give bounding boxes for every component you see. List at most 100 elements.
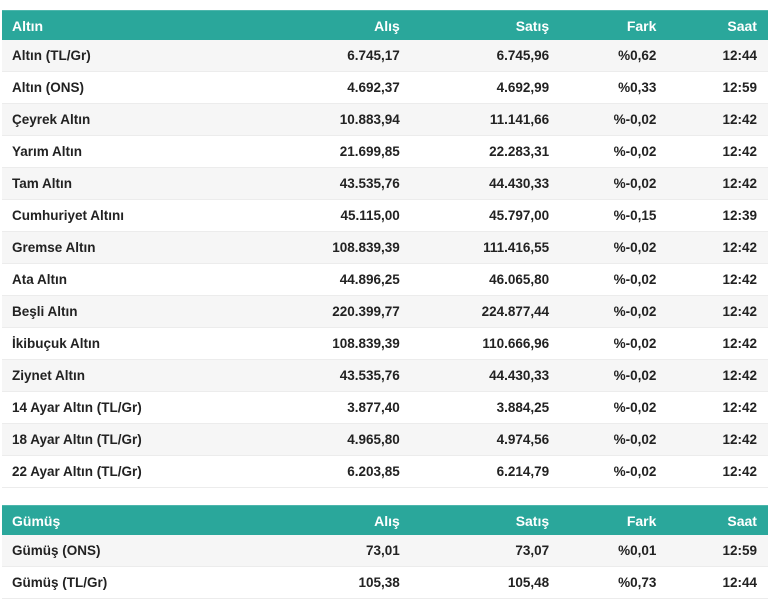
cell-buy-price: 21.699,85 (339, 144, 400, 159)
column-header-asset: Gümüş (12, 512, 61, 529)
table-row[interactable]: 14 Ayar Altın (TL/Gr) 3.877,40 3.884,25 %-0… (2, 392, 768, 424)
cell-update-time: 12:59 (722, 80, 757, 95)
cell-buy-price: 3.877,40 (347, 400, 400, 415)
table-row[interactable]: Çeyrek Altın 10.883,94 11.141,66 %-0,02 12:4… (2, 104, 768, 136)
column-header-change: Fark (626, 17, 657, 34)
column-header-sell: Satış (515, 512, 550, 529)
cell-change-percent: %-0,02 (613, 400, 657, 415)
cell-asset-name: Beşli Altın (12, 304, 78, 319)
column-header-buy: Alış (374, 512, 400, 529)
table-row[interactable]: Gümüş (ONS) 73,01 73,07 %0,01 12:59 (2, 535, 768, 567)
cell-asset-name: 18 Ayar Altın (TL/Gr) (12, 432, 142, 447)
cell-change-percent: %-0,02 (613, 368, 657, 383)
cell-buy-price: 6.745,17 (347, 48, 400, 63)
cell-sell-price: 3.884,25 (496, 400, 550, 415)
cell-buy-price: 43.535,76 (339, 176, 400, 191)
cell-buy-price: 4.692,37 (347, 80, 400, 95)
cell-update-time: 12:42 (722, 432, 757, 447)
table-row[interactable]: 18 Ayar Altın (TL/Gr) 4.965,80 4.974,56 %-0… (2, 424, 768, 456)
table-row[interactable]: 22 Ayar Altın (TL/Gr) 6.203,85 6.214,79 %-0… (2, 456, 768, 488)
table-row[interactable]: Altın (TL/Gr) 6.745,17 6.745,96 %0,62 12:44 (2, 40, 768, 72)
cell-change-percent: %-0,02 (613, 176, 657, 191)
cell-sell-price: 44.430,33 (489, 368, 550, 383)
column-header-buy: Alış (374, 17, 400, 34)
table-row[interactable]: Ziynet Altın 43.535,76 44.430,33 %-0,02 12:4… (2, 360, 768, 392)
cell-update-time: 12:42 (722, 368, 757, 383)
cell-buy-price: 45.115,00 (340, 208, 400, 223)
cell-asset-name: Ata Altın (12, 272, 67, 287)
cell-change-percent: %-0,02 (613, 272, 657, 287)
prices-page: Altın Alış Satış Fark Saat Altın (TL/Gr)… (0, 0, 770, 599)
cell-sell-price: 45.797,00 (489, 208, 550, 223)
cell-buy-price: 105,38 (358, 575, 400, 590)
cell-buy-price: 73,01 (366, 543, 400, 558)
column-header-sell: Satış (515, 17, 550, 34)
column-header-change: Fark (626, 512, 657, 529)
cell-update-time: 12:44 (722, 48, 757, 63)
cell-asset-name: Gümüş (TL/Gr) (12, 575, 108, 590)
cell-sell-price: 110.666,96 (482, 336, 550, 351)
cell-sell-price: 105,48 (507, 575, 550, 590)
cell-sell-price: 73,07 (515, 543, 550, 558)
cell-update-time: 12:42 (722, 112, 757, 127)
cell-asset-name: Çeyrek Altın (12, 112, 91, 127)
cell-sell-price: 6.214,79 (496, 464, 550, 479)
cell-change-percent: %-0,02 (613, 112, 657, 127)
cell-sell-price: 46.065,80 (489, 272, 550, 287)
cell-asset-name: Yarım Altın (12, 144, 83, 159)
gold-price-table: Altın Alış Satış Fark Saat Altın (TL/Gr)… (2, 10, 768, 488)
table-row[interactable]: Altın (ONS) 4.692,37 4.692,99 %0,33 12:59 (2, 72, 768, 104)
cell-buy-price: 43.535,76 (339, 368, 400, 383)
cell-update-time: 12:42 (722, 240, 757, 255)
table-row[interactable]: Gümüş (TL/Gr) 105,38 105,48 %0,73 12:44 (2, 567, 768, 599)
cell-buy-price: 108.839,39 (332, 240, 400, 255)
cell-sell-price: 224.877,44 (481, 304, 550, 319)
table-row[interactable]: Gremse Altın 108.839,39 111.416,55 %-0,02 12… (2, 232, 768, 264)
cell-update-time: 12:42 (722, 464, 757, 479)
cell-asset-name: Ziynet Altın (12, 368, 85, 383)
cell-change-percent: %0,33 (618, 80, 657, 95)
cell-update-time: 12:42 (722, 336, 757, 351)
cell-change-percent: %-0,02 (613, 464, 657, 479)
cell-update-time: 12:42 (722, 176, 757, 191)
cell-asset-name: İkibuçuk Altın (12, 336, 101, 351)
cell-change-percent: %-0,02 (613, 240, 657, 255)
cell-asset-name: Gümüş (ONS) (12, 543, 101, 558)
silver-price-table: Gümüş Alış Satış Fark Saat Gümüş (ONS) 73… (2, 505, 768, 599)
cell-sell-price: 4.974,56 (496, 432, 550, 447)
cell-buy-price: 44.896,25 (339, 272, 400, 287)
cell-asset-name: Gremse Altın (12, 240, 96, 255)
cell-buy-price: 10.883,94 (339, 112, 400, 127)
table-row[interactable]: Yarım Altın 21.699,85 22.283,31 %-0,02 12:42 (2, 136, 768, 168)
cell-asset-name: Altın (TL/Gr) (12, 48, 91, 63)
cell-buy-price: 4.965,80 (347, 432, 400, 447)
column-header-time: Saat (727, 17, 757, 34)
silver-table-header: Gümüş Alış Satış Fark Saat (2, 505, 768, 535)
cell-change-percent: %0,73 (618, 575, 657, 590)
table-row[interactable]: Beşli Altın 220.399,77 224.877,44 %-0,02 12:… (2, 296, 768, 328)
table-row[interactable]: İkibuçuk Altın 108.839,39 110.666,96 %-0,02… (2, 328, 768, 360)
table-row[interactable]: Cumhuriyet Altını 45.115,00 45.797,00 %-0,1… (2, 200, 768, 232)
cell-update-time: 12:42 (722, 272, 757, 287)
column-header-asset: Altın (12, 17, 44, 34)
cell-sell-price: 44.430,33 (489, 176, 550, 191)
cell-change-percent: %-0,15 (613, 208, 657, 223)
cell-update-time: 12:42 (722, 304, 757, 319)
silver-table-body: Gümüş (ONS) 73,01 73,07 %0,01 12:59 Gümüş (TL… (2, 535, 768, 599)
cell-asset-name: Cumhuriyet Altını (12, 208, 125, 223)
cell-change-percent: %-0,02 (613, 432, 657, 447)
table-row[interactable]: Ata Altın 44.896,25 46.065,80 %-0,02 12:42 (2, 264, 768, 296)
cell-update-time: 12:42 (722, 144, 757, 159)
table-row[interactable]: Tam Altın 43.535,76 44.430,33 %-0,02 12:42 (2, 168, 768, 200)
cell-sell-price: 111.416,55 (483, 240, 550, 255)
cell-buy-price: 220.399,77 (332, 304, 400, 319)
cell-change-percent: %0,01 (618, 543, 657, 558)
cell-update-time: 12:44 (722, 575, 757, 590)
cell-buy-price: 6.203,85 (347, 464, 400, 479)
cell-sell-price: 11.141,66 (489, 112, 550, 127)
cell-update-time: 12:39 (722, 208, 757, 223)
cell-buy-price: 108.839,39 (332, 336, 400, 351)
column-header-time: Saat (727, 512, 757, 529)
cell-update-time: 12:59 (722, 543, 757, 558)
cell-change-percent: %0,62 (618, 48, 657, 63)
